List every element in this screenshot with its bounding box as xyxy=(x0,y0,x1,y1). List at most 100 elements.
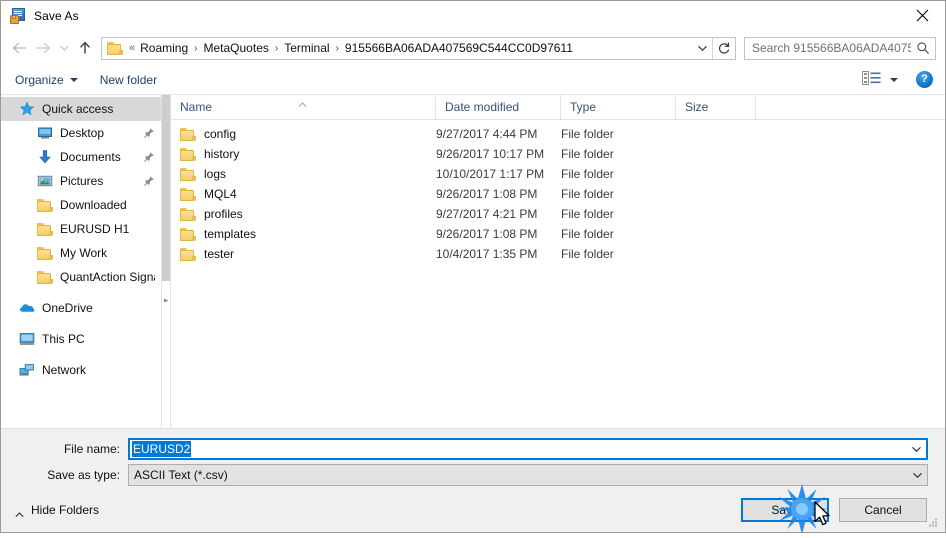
sidebar-item-label: QuantAction Signal xyxy=(60,270,155,284)
sidebar-item-documents[interactable]: Documents xyxy=(1,145,161,169)
file-date: 9/27/2017 4:21 PM xyxy=(436,207,538,221)
sidebar-item-pictures[interactable]: Pictures xyxy=(1,169,161,193)
file-name: logs xyxy=(204,167,227,181)
pin-icon[interactable] xyxy=(143,151,155,163)
pin-icon[interactable] xyxy=(143,175,155,187)
breadcrumb-item-metaquotes[interactable]: MetaQuotes xyxy=(201,41,272,55)
sidebar-item-network[interactable]: Network xyxy=(1,358,161,382)
recent-locations-chevron-icon[interactable] xyxy=(55,36,73,60)
sidebar-item-downloaded[interactable]: Downloaded xyxy=(1,193,161,217)
new-folder-button[interactable]: New folder xyxy=(100,73,157,87)
dialog-footer: Hide Folders Save Cancel xyxy=(1,488,945,532)
sidebar-item-label: EURUSD H1 xyxy=(60,222,130,236)
save-as-dialog: Save As « Roaming › MetaQuotes › Termina… xyxy=(0,0,946,534)
table-row[interactable]: MQL4 9/26/2017 1:08 PM File folder xyxy=(171,184,945,204)
save-label: Save xyxy=(771,503,799,517)
file-name-cell: logs xyxy=(171,167,436,181)
close-icon[interactable] xyxy=(899,1,945,30)
breadcrumb-item-terminal[interactable]: Terminal xyxy=(281,41,332,55)
address-bar[interactable]: « Roaming › MetaQuotes › Terminal › 9155… xyxy=(101,36,736,60)
save-button[interactable]: Save xyxy=(741,498,829,522)
file-name-chevron-down-icon[interactable] xyxy=(907,440,926,458)
sidebar-item-my-work[interactable]: My Work xyxy=(1,241,161,265)
table-row[interactable]: profiles 9/27/2017 4:21 PM File folder xyxy=(171,204,945,224)
column-header-date-modified[interactable]: Date modified xyxy=(436,95,561,119)
footer-buttons: Save Cancel xyxy=(731,498,927,522)
table-row[interactable]: history 9/26/2017 10:17 PM File folder xyxy=(171,144,945,164)
sidebar-item-onedrive[interactable]: OneDrive xyxy=(1,296,161,320)
network-icon xyxy=(19,362,35,378)
search-icon[interactable] xyxy=(911,38,935,59)
back-arrow-icon[interactable] xyxy=(7,36,31,60)
file-name: config xyxy=(204,127,237,141)
cancel-button[interactable]: Cancel xyxy=(839,498,927,522)
onedrive-icon xyxy=(19,300,35,316)
save-as-type-select[interactable]: ASCII Text (*.csv) xyxy=(128,464,928,486)
table-row[interactable]: templates 9/26/2017 1:08 PM File folder xyxy=(171,224,945,244)
chevron-down-icon xyxy=(69,77,78,82)
breadcrumb-overflow[interactable]: « xyxy=(127,42,137,54)
resize-grip-icon[interactable] xyxy=(928,516,940,528)
table-row[interactable]: logs 10/10/2017 1:17 PM File folder xyxy=(171,164,945,184)
forward-arrow-icon[interactable] xyxy=(31,36,55,60)
thispc-icon xyxy=(19,331,35,347)
file-name-cell: MQL4 xyxy=(171,187,436,201)
column-header-name[interactable]: Name xyxy=(171,95,436,119)
folder-icon xyxy=(180,147,196,161)
navigation-sidebar: Quick access Desktop Documents Pictures … xyxy=(1,95,161,428)
address-dropdown-chevron-down-icon[interactable] xyxy=(692,38,712,59)
file-name-input[interactable]: EURUSD2 xyxy=(128,438,928,460)
column-header-type[interactable]: Type xyxy=(561,95,676,119)
pin-icon[interactable] xyxy=(143,127,155,139)
folder-icon xyxy=(180,187,196,201)
save-as-type-row: Save as type: ASCII Text (*.csv) xyxy=(18,464,928,486)
sidebar-item-label: Network xyxy=(42,363,87,377)
file-name-cell: config xyxy=(171,127,436,141)
save-form: File name: EURUSD2 Save as type: ASCII T… xyxy=(1,428,945,488)
window-title: Save As xyxy=(34,9,79,23)
file-type: File folder xyxy=(561,187,614,201)
chevron-right-icon: › xyxy=(194,42,198,54)
organize-button[interactable]: Organize xyxy=(15,73,78,87)
file-name-cell: templates xyxy=(171,227,436,241)
table-row[interactable]: config 9/27/2017 4:44 PM File folder xyxy=(171,124,945,144)
folder-icon xyxy=(180,127,196,141)
help-button[interactable]: ? xyxy=(916,71,933,88)
hide-folders-button[interactable]: Hide Folders xyxy=(15,503,99,517)
save-as-type-chevron-down-icon[interactable] xyxy=(908,465,927,485)
sidebar-item-desktop[interactable]: Desktop xyxy=(1,121,161,145)
sidebar-item-label: My Work xyxy=(60,246,108,260)
file-date: 10/4/2017 1:35 PM xyxy=(436,247,538,261)
up-arrow-icon[interactable] xyxy=(73,36,97,60)
table-row[interactable]: tester 10/4/2017 1:35 PM File folder xyxy=(171,244,945,264)
breadcrumb-item-roaming[interactable]: Roaming xyxy=(137,41,191,55)
folder-icon xyxy=(180,247,196,261)
search-input[interactable]: Search 915566BA06ADA40756... xyxy=(744,36,936,60)
sidebar-splitter[interactable] xyxy=(161,95,171,428)
sidebar-item-this-pc[interactable]: This PC xyxy=(1,327,161,351)
refresh-icon[interactable] xyxy=(713,38,735,59)
chevron-right-icon: › xyxy=(335,42,339,54)
sidebar-item-eurusd-h1[interactable]: EURUSD H1 xyxy=(1,217,161,241)
splitter-scroll-thumb[interactable] xyxy=(162,95,170,281)
column-header-label: Size xyxy=(685,100,709,114)
column-header-size[interactable]: Size xyxy=(676,95,756,119)
sort-ascending-caret-icon xyxy=(298,97,307,107)
sidebar-item-quantaction-signal[interactable]: QuantAction Signal xyxy=(1,265,161,289)
column-header-row: Name Date modified Type Size xyxy=(171,95,945,120)
file-date: 10/10/2017 1:17 PM xyxy=(436,167,545,181)
sidebar-item-quick-access[interactable]: Quick access xyxy=(1,97,161,121)
sidebar-item-label: This PC xyxy=(42,332,85,346)
view-options-button[interactable] xyxy=(862,71,898,88)
file-date: 9/26/2017 10:17 PM xyxy=(436,147,545,161)
breadcrumb-item-guid[interactable]: 915566BA06ADA407569C544CC0D97611 xyxy=(342,41,576,55)
column-header-label: Date modified xyxy=(445,100,520,114)
star-icon xyxy=(19,101,35,117)
file-date: 9/27/2017 4:44 PM xyxy=(436,127,538,141)
folder-icon xyxy=(180,227,196,241)
help-label: ? xyxy=(921,73,928,85)
splitter-arrow-icon[interactable] xyxy=(163,293,170,303)
